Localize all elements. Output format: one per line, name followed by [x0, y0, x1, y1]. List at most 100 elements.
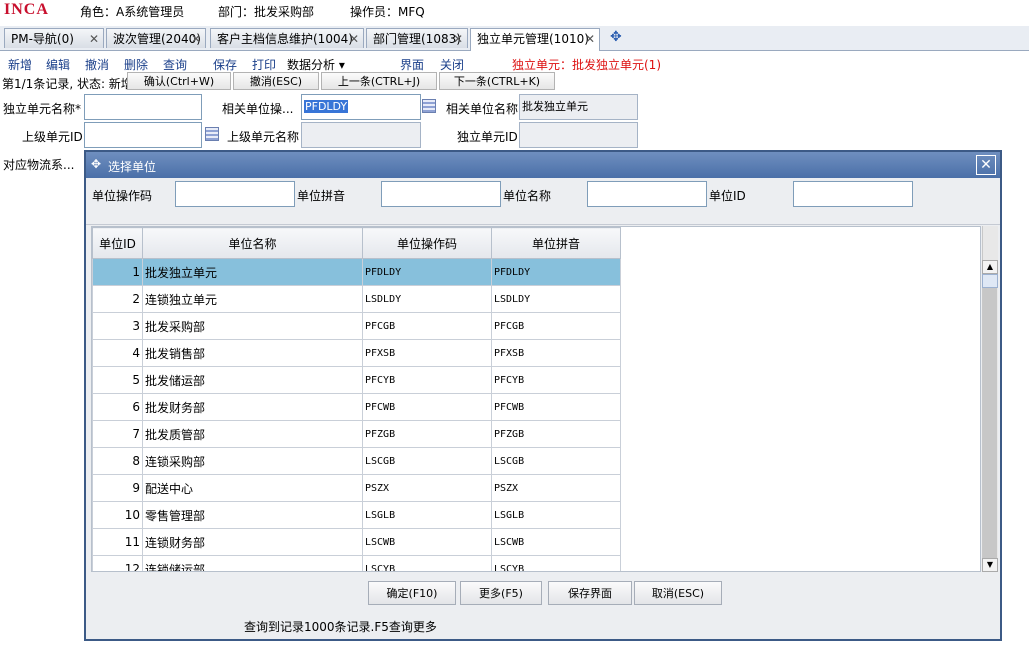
dialog-title-bar[interactable]: ✥ 选择单位 ✕ [86, 152, 1000, 178]
divider [86, 224, 1000, 225]
col-header-code[interactable]: 单位操作码 [362, 227, 492, 259]
picker-icon[interactable] [205, 127, 219, 141]
close-icon[interactable]: ✕ [585, 29, 595, 49]
name-input[interactable] [587, 181, 707, 207]
cell-op-code: LSCYB [362, 555, 492, 571]
inca-logo: INCA [4, 1, 49, 18]
select-unit-dialog: ✥ 选择单位 ✕ 单位操作码 单位拼音 单位名称 单位ID 单位ID 单位名称 … [84, 150, 1002, 641]
record-title: 独立单元：批发独立单元(1) [512, 58, 661, 72]
record-status: 第1/1条记录, 状态: 新增 [2, 77, 133, 91]
col-header-name[interactable]: 单位名称 [142, 227, 363, 259]
table-row[interactable]: 9 配送中心 PSZX PSZX [92, 474, 621, 502]
cell-op-code: LSCWB [362, 528, 492, 556]
pinyin-input[interactable] [381, 181, 501, 207]
tab-label: 波次管理(2040) [113, 32, 201, 46]
unit-name-input[interactable] [84, 94, 202, 120]
cell-unit-name: 批发独立单元 [142, 258, 363, 286]
related-name-input[interactable]: 批发独立单元 [519, 94, 638, 120]
add-tab-icon[interactable]: ✥ [610, 29, 622, 45]
cell-pinyin: PSZX [491, 474, 621, 502]
col-header-id[interactable]: 单位ID [92, 227, 143, 259]
cancel-dialog-button[interactable]: 取消(ESC) [634, 581, 722, 605]
close-icon[interactable]: ✕ [976, 155, 996, 175]
cell-unit-id: 5 [92, 366, 143, 394]
table-row[interactable]: 1 批发独立单元 PFDLDY PFDLDY [92, 258, 621, 286]
cell-unit-name: 批发采购部 [142, 312, 363, 340]
table-row[interactable]: 12 连锁储运部 LSCYB LSCYB [92, 555, 621, 571]
table-row[interactable]: 10 零售管理部 LSGLB LSGLB [92, 501, 621, 529]
tab-unit[interactable]: 独立单元管理(1010) ✕ [470, 28, 600, 51]
close-icon[interactable]: ✕ [89, 29, 99, 49]
parent-name-input[interactable] [301, 122, 421, 148]
menu-print[interactable]: 打印 [252, 56, 276, 73]
tab-wave[interactable]: 波次管理(2040) ✕ [106, 28, 206, 48]
cell-op-code: PSZX [362, 474, 492, 502]
tab-customer[interactable]: 客户主档信息维护(1004) ✕ [210, 28, 364, 48]
picker-icon[interactable] [422, 99, 436, 113]
cell-unit-id: 2 [92, 285, 143, 313]
table-row[interactable]: 7 批发质管部 PFZGB PFZGB [92, 420, 621, 448]
table-row[interactable]: 2 连锁独立单元 LSDLDY LSDLDY [92, 285, 621, 313]
tab-label: 部门管理(1083) [373, 32, 461, 46]
scroll-thumb[interactable] [982, 274, 998, 288]
cell-unit-name: 连锁财务部 [142, 528, 363, 556]
table-row[interactable]: 3 批发采购部 PFCGB PFCGB [92, 312, 621, 340]
tab-pm-nav[interactable]: PM-导航(0) ✕ [4, 28, 104, 48]
confirm-button[interactable]: 确认(Ctrl+W) [127, 72, 231, 90]
menu-save[interactable]: 保存 [213, 56, 237, 73]
menu-edit[interactable]: 编辑 [46, 56, 70, 73]
related-op-input[interactable]: PFDLDY [301, 94, 421, 120]
tab-label: 客户主档信息维护(1004) [217, 32, 353, 46]
cell-unit-id: 8 [92, 447, 143, 475]
dialog-title: 选择单位 [108, 160, 157, 174]
scroll-track[interactable] [983, 288, 997, 560]
unit-id-input[interactable] [519, 122, 638, 148]
cell-pinyin: LSGLB [491, 501, 621, 529]
more-button[interactable]: 更多(F5) [460, 581, 542, 605]
scroll-down-icon[interactable]: ▼ [982, 558, 998, 572]
menu-delete[interactable]: 删除 [124, 56, 148, 73]
table-row[interactable]: 4 批发销售部 PFXSB PFXSB [92, 339, 621, 367]
table-row[interactable]: 6 批发财务部 PFCWB PFCWB [92, 393, 621, 421]
parent-id-input[interactable] [84, 122, 202, 148]
menu-query[interactable]: 查询 [163, 56, 187, 73]
cell-pinyin: LSCGB [491, 447, 621, 475]
cell-unit-name: 批发财务部 [142, 393, 363, 421]
menu-data-analysis[interactable]: 数据分析 ▾ [287, 56, 345, 73]
ok-button[interactable]: 确定(F10) [368, 581, 456, 605]
cancel-button[interactable]: 撤消(ESC) [233, 72, 319, 90]
table-row[interactable]: 8 连锁采购部 LSCGB LSCGB [92, 447, 621, 475]
cell-unit-name: 零售管理部 [142, 501, 363, 529]
prev-record-button[interactable]: 上一条(CTRL+J) [321, 72, 437, 90]
menu-close[interactable]: 关闭 [440, 56, 464, 73]
parent-id-label: 上级单元ID [22, 130, 83, 144]
top-bar: INCA 角色：A系统管理员 部门：批发采购部 操作员：MFQ [0, 0, 1029, 22]
cell-unit-name: 批发储运部 [142, 366, 363, 394]
close-icon[interactable]: ✕ [453, 29, 463, 49]
tab-dept[interactable]: 部门管理(1083) ✕ [366, 28, 468, 48]
menu-undo[interactable]: 撤消 [85, 56, 109, 73]
close-icon[interactable]: ✕ [191, 29, 201, 49]
cell-op-code: PFCGB [362, 312, 492, 340]
menu-new[interactable]: 新增 [8, 56, 32, 73]
id-input[interactable] [793, 181, 913, 207]
cell-op-code: PFCWB [362, 393, 492, 421]
table-row[interactable]: 5 批发储运部 PFCYB PFCYB [92, 366, 621, 394]
cell-op-code: LSGLB [362, 501, 492, 529]
cell-pinyin: PFXSB [491, 339, 621, 367]
cell-op-code: PFCYB [362, 366, 492, 394]
next-record-button[interactable]: 下一条(CTRL+K) [439, 72, 555, 90]
cell-op-code: PFZGB [362, 420, 492, 448]
menu-view[interactable]: 界面 [400, 56, 424, 73]
cell-pinyin: PFCGB [491, 312, 621, 340]
cell-unit-id: 3 [92, 312, 143, 340]
col-header-pinyin[interactable]: 单位拼音 [491, 227, 621, 259]
close-icon[interactable]: ✕ [349, 29, 359, 49]
id-label: 单位ID [709, 189, 746, 203]
save-view-button[interactable]: 保存界面 [548, 581, 632, 605]
cell-unit-name: 批发销售部 [142, 339, 363, 367]
op-code-input[interactable] [175, 181, 295, 207]
table-row[interactable]: 11 连锁财务部 LSCWB LSCWB [92, 528, 621, 556]
cell-unit-id: 7 [92, 420, 143, 448]
scroll-up-icon[interactable]: ▲ [982, 260, 998, 274]
